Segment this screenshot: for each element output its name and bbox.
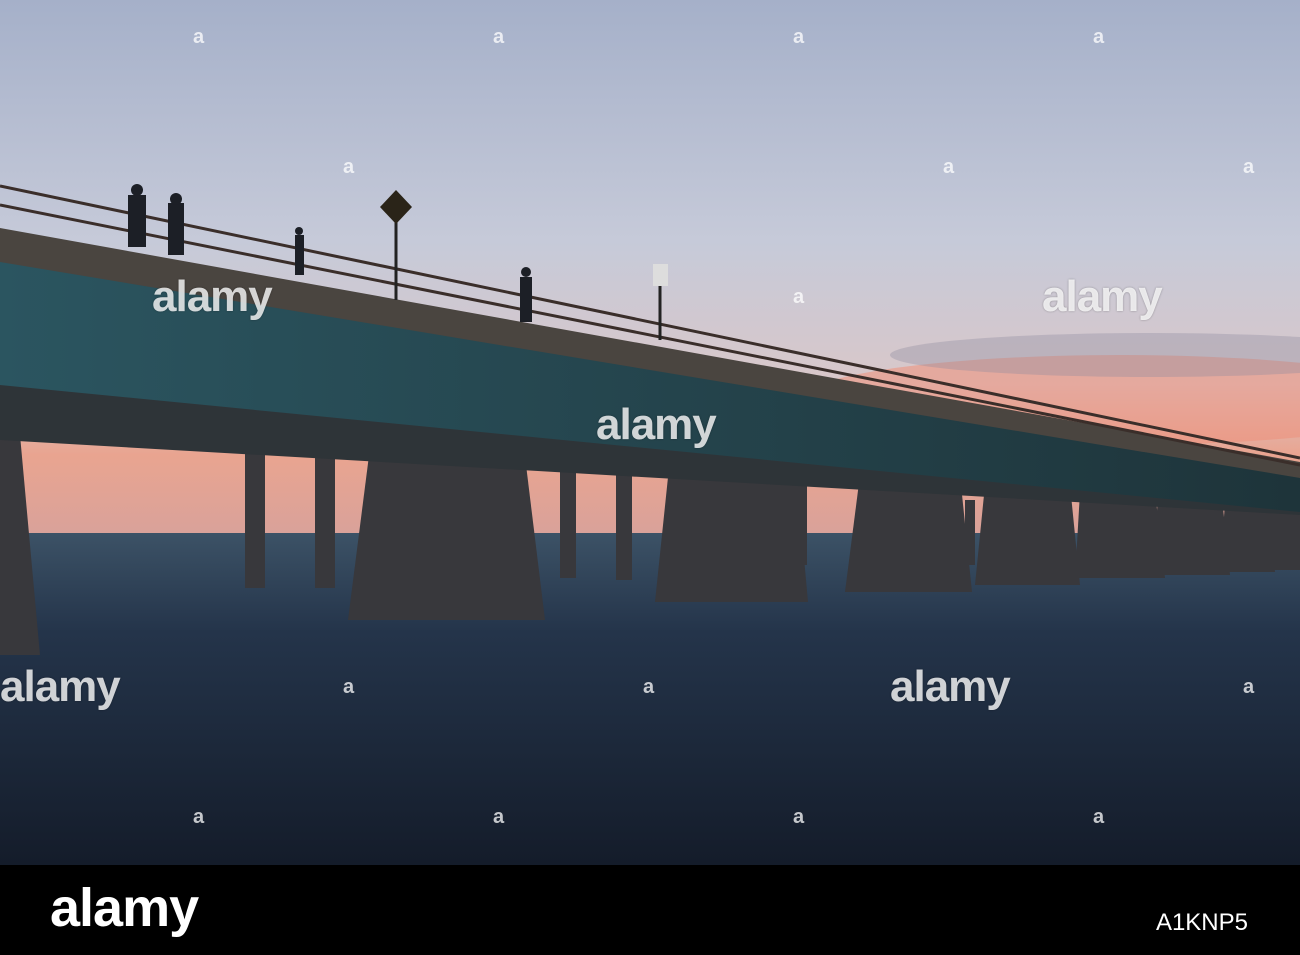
watermark-mark: a [793, 286, 805, 308]
watermark-mark: a [1243, 156, 1255, 178]
watermark-mark: a [1093, 806, 1105, 828]
watermark: alamy [596, 400, 717, 449]
watermark-mark: a [343, 156, 355, 178]
watermark-mark: a [193, 806, 205, 828]
watermark-mark: a [793, 806, 805, 828]
watermark-mark: a [343, 676, 355, 698]
watermark: alamy [0, 662, 121, 711]
image-id: A1KNP5 [1155, 909, 1248, 936]
watermark: alamy [1042, 272, 1163, 321]
footer-bar: alamy A1KNP5 [0, 865, 1300, 955]
watermark: alamy [890, 662, 1011, 711]
watermark-mark: a [943, 156, 955, 178]
watermark-mark: a [493, 26, 505, 48]
watermark-mark: a [793, 26, 805, 48]
watermark: alamy [152, 272, 273, 321]
watermark-mark: a [493, 806, 505, 828]
watermark-mark: a [1243, 676, 1255, 698]
watermark-mark: a [193, 26, 205, 48]
watermark-mark: a [643, 676, 655, 698]
watermark-mark: a [1093, 26, 1105, 48]
alamy-logo: alamy [50, 878, 199, 938]
